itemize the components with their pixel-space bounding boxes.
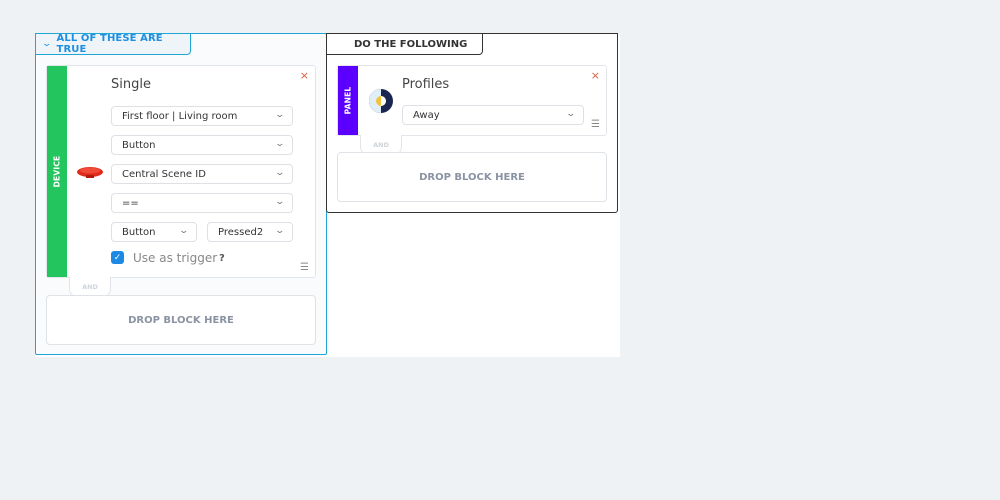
close-icon[interactable]: ×	[591, 69, 600, 82]
panel-action-block[interactable]: PANEL × Profiles Away ⌄ ☰	[337, 65, 607, 136]
chevron-down-icon: ⌄	[274, 110, 286, 120]
condition-group-label: ALL OF THESE ARE TRUE	[56, 33, 163, 55]
chevron-down-icon: ⌄	[274, 226, 286, 236]
chevron-down-icon: ⌄	[274, 197, 286, 207]
action-group-label: DO THE FOLLOWING	[354, 38, 468, 50]
operator-select[interactable]: == ⌄	[111, 193, 293, 213]
property-select[interactable]: Central Scene ID ⌄	[111, 164, 293, 184]
drop-zone[interactable]: DROP BLOCK HERE	[337, 152, 607, 202]
block-title: Profiles	[402, 77, 450, 92]
condition-group-header[interactable]: ⌄ ALL OF THESE ARE TRUE	[35, 33, 191, 55]
action-group: DO THE FOLLOWING PANEL × Profiles Away ⌄ …	[326, 33, 618, 213]
use-as-trigger-checkbox[interactable]: ✓	[111, 251, 124, 264]
device-category-stripe: DEVICE	[47, 66, 67, 277]
condition-group: ⌄ ALL OF THESE ARE TRUE DEVICE × Single …	[35, 33, 327, 355]
close-icon[interactable]: ×	[300, 69, 309, 82]
profile-select[interactable]: Away ⌄	[402, 105, 584, 125]
device-condition-block[interactable]: DEVICE × Single First floor | Living roo…	[46, 65, 316, 278]
drag-handle-icon[interactable]: ☰	[591, 119, 600, 130]
red-button-icon	[76, 165, 104, 179]
chevron-down-icon: ⌄	[274, 168, 286, 178]
use-as-trigger-label: Use as trigger	[133, 251, 218, 265]
and-connector: AND	[69, 277, 111, 297]
value-type-select[interactable]: Button ⌄	[111, 222, 197, 242]
drag-handle-icon[interactable]: ☰	[300, 262, 309, 273]
category-label: PANEL	[343, 86, 353, 115]
drop-zone[interactable]: DROP BLOCK HERE	[46, 295, 316, 345]
panel-category-stripe: PANEL	[338, 66, 358, 135]
help-icon[interactable]: ?	[219, 253, 225, 264]
value-select[interactable]: Pressed2 ⌄	[207, 222, 293, 242]
chevron-down-icon[interactable]: ⌄	[41, 39, 52, 49]
profiles-icon	[368, 88, 394, 114]
block-title: Single	[111, 77, 151, 92]
action-group-header: DO THE FOLLOWING	[326, 33, 483, 55]
chevron-down-icon: ⌄	[565, 109, 577, 119]
chevron-down-icon: ⌄	[178, 226, 190, 236]
category-label: DEVICE	[52, 155, 62, 188]
chevron-down-icon: ⌄	[274, 139, 286, 149]
room-select[interactable]: First floor | Living room ⌄	[111, 106, 293, 126]
type-select[interactable]: Button ⌄	[111, 135, 293, 155]
